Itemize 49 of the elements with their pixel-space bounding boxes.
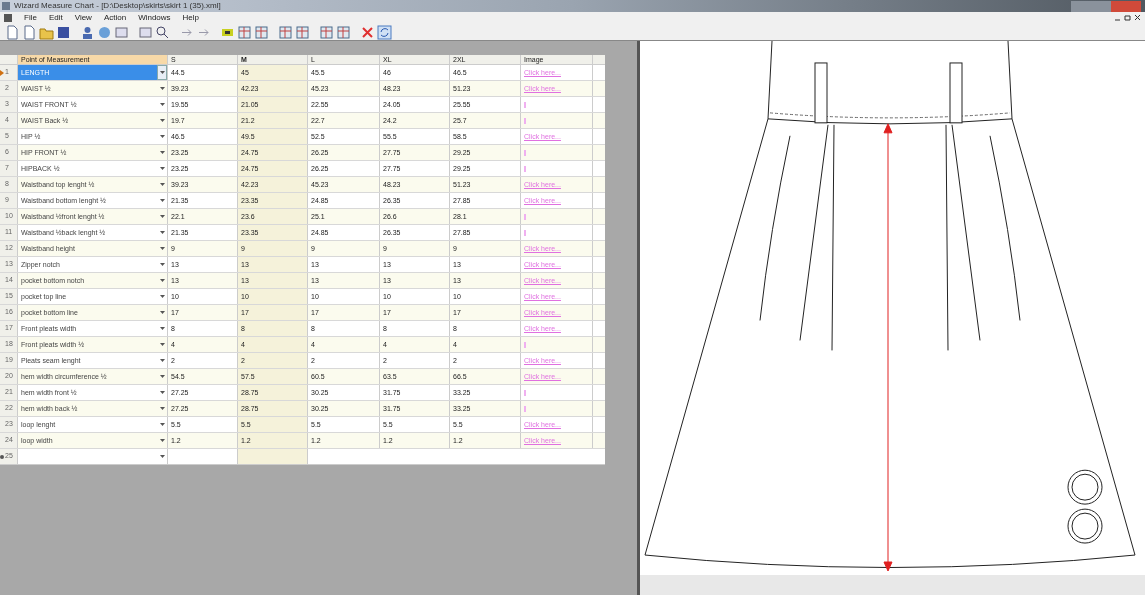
toolbar-button[interactable] <box>55 24 71 40</box>
caret-icon <box>159 343 165 346</box>
caret-icon <box>159 87 165 90</box>
caret-icon <box>159 247 165 250</box>
caret-icon <box>159 151 165 154</box>
toolbar-button[interactable] <box>154 24 170 40</box>
caret-icon <box>159 119 165 122</box>
caret-icon <box>159 167 165 170</box>
table-icon <box>318 24 334 40</box>
menu-item[interactable]: Help <box>182 14 200 22</box>
caret-icon <box>159 215 165 218</box>
table-icon <box>277 24 293 40</box>
caret-icon <box>159 183 165 186</box>
magnifier-icon <box>154 24 170 40</box>
caret-icon <box>159 199 165 202</box>
delete-icon <box>359 24 375 40</box>
new-row-icon <box>0 454 4 459</box>
menu-item[interactable]: Windows <box>138 14 171 22</box>
menu-item[interactable]: Action <box>103 14 127 22</box>
caret-icon <box>159 407 165 410</box>
caret-icon <box>159 391 165 394</box>
table-icon <box>253 24 269 40</box>
caret-icon <box>159 375 165 378</box>
caret-icon <box>159 439 165 442</box>
caret-icon <box>159 135 165 138</box>
menu-item[interactable]: File <box>24 14 37 22</box>
caret-icon <box>159 327 165 330</box>
app-icon <box>2 2 10 10</box>
current-row-icon <box>0 69 4 76</box>
caret-icon <box>159 279 165 282</box>
caret-icon <box>159 71 165 74</box>
document-icon <box>4 14 12 22</box>
caret-icon <box>159 423 165 426</box>
caret-icon <box>159 263 165 266</box>
caret-icon <box>159 103 165 106</box>
table-icon <box>335 24 351 40</box>
refresh-icon <box>376 24 392 40</box>
caret-icon <box>159 295 165 298</box>
caret-icon <box>159 311 165 314</box>
table-icon <box>294 24 310 40</box>
menu-item[interactable]: Edit <box>48 14 63 22</box>
table-icon <box>236 24 252 40</box>
dropdown-button[interactable] <box>157 65 167 80</box>
window-controls-icon <box>1113 14 1141 22</box>
caret-icon <box>160 455 165 458</box>
menu-item[interactable]: View <box>74 14 92 22</box>
caret-icon <box>159 231 165 234</box>
caret-icon <box>159 359 165 362</box>
window-title: Wizard Measure Chart - [D:\Desktop\skirts\skirt 1 (35).xml] <box>14 2 221 10</box>
